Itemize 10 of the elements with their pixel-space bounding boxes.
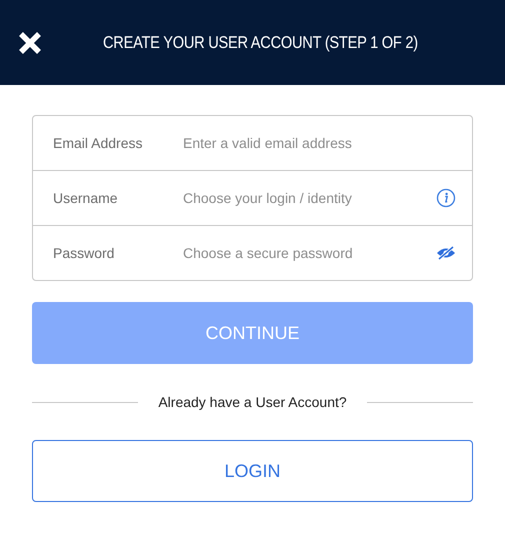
field-label: Email Address [53,135,144,151]
divider-text: Already have a User Account? [158,394,347,410]
info-icon[interactable] [436,188,456,208]
dialog-title: CREATE YOUR USER ACCOUNT (STEP 1 OF 2) [103,32,418,52]
login-button[interactable]: LOGIN [32,440,473,502]
close-icon [18,30,42,54]
close-button[interactable] [18,30,42,54]
field-label: Password [53,245,116,261]
field-label: Username [53,190,119,206]
hidden-eye-icon[interactable] [436,246,456,260]
